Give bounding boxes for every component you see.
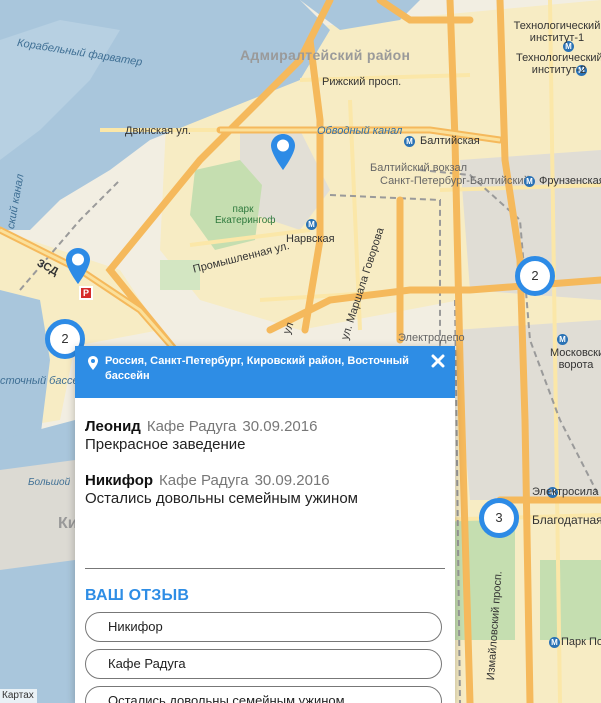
metro-label-baltiyskaya: Балтийская — [420, 135, 480, 147]
park-label-ekateringof: парк Екатерингоф — [215, 204, 276, 226]
cluster-marker[interactable]: 3 — [479, 498, 519, 538]
popup-header: Россия, Санкт-Петербург, Кировский район… — [75, 346, 455, 398]
metro-icon: М — [404, 136, 415, 147]
water-label-bolshoy: Большой — [28, 477, 71, 488]
review-place: Кафе Радуга — [159, 472, 249, 489]
map-attribution[interactable]: Картах — [0, 689, 37, 703]
label-elektrodepo: Электродепо — [398, 332, 465, 344]
review-popup: Россия, Санкт-Петербург, Кировский район… — [75, 346, 455, 703]
district-label: Адмиралтейский район — [240, 47, 411, 63]
review-date: 30.09.2016 — [254, 472, 330, 489]
metro-icon: М — [557, 334, 568, 345]
station-label-spb-baltiysky: Санкт-Петербург-Балтийский — [380, 175, 530, 187]
metro-label-narvskaya: Нарвская — [286, 233, 335, 245]
route-badge: Р — [79, 286, 93, 300]
divider — [85, 568, 445, 569]
metro-label-elektrosila: Электросила — [532, 486, 599, 498]
street-label-blagodatnaya: Благодатная — [532, 513, 601, 527]
popup-location: Россия, Санкт-Петербург, Кировский район… — [105, 355, 409, 382]
metro-label-tech-inst-1: Технологический институт-1 — [513, 20, 601, 44]
map-marker-icon — [88, 356, 98, 370]
cluster-marker[interactable]: 2 — [515, 256, 555, 296]
metro-label-tech-inst-2: Технологический институт-2 — [516, 52, 601, 76]
metro-label-frunzenskaya: Фрунзенская — [539, 175, 601, 187]
review-author: Никифор — [85, 472, 154, 489]
map-pin-icon[interactable] — [65, 247, 91, 285]
review-text: Остались довольны семейным ужином — [85, 490, 358, 507]
review-item: Никифор Кафе Радуга 30.09.2016 Остались до… — [85, 472, 445, 508]
metro-icon: М — [524, 176, 535, 187]
review-item: Леонид Кафе Радуга 30.09.2016 Прекрасное з… — [85, 418, 445, 454]
metro-icon: М — [549, 637, 560, 648]
street-label-obvodny: Обводный канал — [317, 125, 403, 137]
review-form-title: ВАШ ОТЗЫВ — [85, 587, 190, 604]
metro-label-park-pobedy: Парк Победы — [561, 636, 601, 648]
street-label-dvinskaya: Двинская ул. — [125, 125, 191, 137]
map-pin-icon[interactable] — [270, 133, 296, 171]
reviews-list: Леонид Кафе Радуга 30.09.2016 Прекрасное з… — [75, 398, 455, 508]
metro-icon: М — [306, 219, 317, 230]
place-field[interactable]: Кафе Радуга — [85, 649, 442, 679]
review-text-field[interactable]: Остались довольны семейным ужином — [85, 686, 442, 703]
review-date: 30.09.2016 — [242, 418, 318, 435]
station-label-baltiysky-vokzal: Балтийский вокзал — [370, 162, 468, 174]
street-label-rizhsky: Рижский просп. — [322, 76, 402, 88]
review-text: Прекрасное заведение — [85, 436, 246, 453]
name-field[interactable]: Никифор — [85, 612, 442, 642]
review-place: Кафе Радуга — [146, 418, 237, 435]
close-icon[interactable] — [431, 354, 445, 368]
review-author: Леонид — [85, 418, 141, 435]
metro-label-moskovskie-vorota: Московские ворота — [550, 347, 601, 371]
